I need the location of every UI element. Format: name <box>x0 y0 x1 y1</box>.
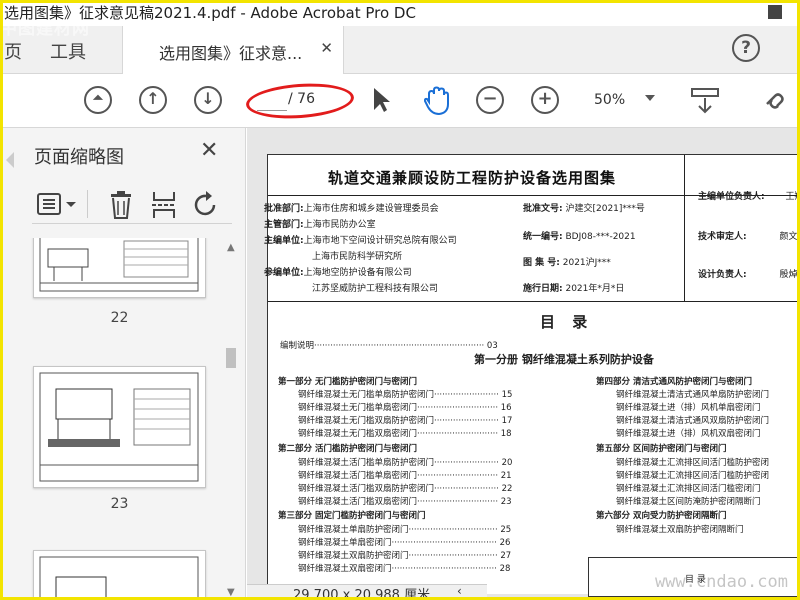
page-size: 29.700 x 20.988 厘米 <box>293 588 431 600</box>
signer-row: 设计负责人: 殷焯 <box>698 270 798 280</box>
toc-section-heading: 第六部分 双向受力防护密闭隔断门 <box>596 511 727 521</box>
extract-page-icon[interactable] <box>150 190 178 220</box>
toc-entry: 钢纤维混凝土活门槛单扇防护密闭门························… <box>298 458 513 468</box>
toc-entry: 钢纤维混凝土活门槛单扇密闭门··························… <box>298 471 512 481</box>
meta-row: 批准文号: 沪建交[2021]***号 <box>523 204 645 214</box>
tab-bar: 页 工具 选用图集》征求意... ✕ ? <box>0 26 800 74</box>
toc-entry: 钢纤维混凝土单扇密闭门·····························… <box>298 538 511 548</box>
toc-entry: 钢纤维混凝土进（排）风机单扇密闭门 <box>616 403 761 413</box>
toc-entry: 钢纤维混凝土无门槛单扇防护密闭门························… <box>298 390 513 400</box>
thumbnail-label: 22 <box>110 310 129 326</box>
scroll-thumb[interactable] <box>226 348 236 368</box>
scroll-mode-icon[interactable] <box>690 87 720 115</box>
title-bar: 选用图集》征求意见稿2021.4.pdf - Adobe Acrobat Pro… <box>0 0 800 26</box>
toc-entry: 钢纤维混凝土活门槛双扇密闭门··························… <box>298 497 512 507</box>
close-panel-icon[interactable]: ✕ <box>200 138 218 163</box>
window-control-icon[interactable] <box>768 5 782 19</box>
meta-row: 施行日期: 2021年*月*日 <box>523 284 625 294</box>
toc-entry: 钢纤维混凝土区间防淹防护密闭隔断门 <box>616 497 761 507</box>
toc-entry: 钢纤维混凝土双扇防护密闭隔断门 <box>616 525 744 535</box>
toc-section-heading: 第四部分 清洁式通风防护密闭门与密闭门 <box>596 377 752 387</box>
volume-title: 第一分册 钢纤维混凝土系列防护设备 <box>474 353 654 366</box>
highlight-annotation <box>244 80 356 122</box>
watermark: 中图建材网 <box>0 19 90 39</box>
scroll-up-icon[interactable]: ▲ <box>227 242 235 253</box>
zoom-out-icon[interactable]: − <box>476 86 504 114</box>
zoom-dropdown-icon[interactable] <box>645 95 655 101</box>
toc-entry: 钢纤维混凝土双扇密闭门·····························… <box>298 564 511 574</box>
approval-row: 江苏坚威防护工程科技有限公司 <box>312 284 439 294</box>
select-arrow-icon[interactable] <box>370 86 392 114</box>
document-viewer[interactable]: 轨道交通兼顾设防工程防护设备选用图集 批准部门:上海市住房和城乡建设管理委员会 … <box>247 128 800 600</box>
toc-entry: 钢纤维混凝土汇流排区间活门槛防护密闭 <box>616 458 770 468</box>
thumbnail-list: 22 23 <box>0 238 222 600</box>
signer-row: 技术审定人: 颜文 <box>698 232 798 242</box>
tab-tools[interactable]: 工具 <box>50 38 86 64</box>
document-title: 轨道交通兼顾设防工程防护设备选用图集 <box>328 169 617 187</box>
toc-title: 目 录 <box>540 313 594 331</box>
toc-entry: 钢纤维混凝土无门槛双扇密闭门··························… <box>298 429 512 439</box>
panel-pointer-icon <box>6 152 14 168</box>
toolbar: ⏶ ↑ ↓ / 76 − + 50% <box>0 74 800 128</box>
toc-entry: 钢纤维混凝土清洁式通风双扇防护密闭门 <box>616 416 770 426</box>
tab-home[interactable]: 页 <box>4 38 22 64</box>
thumbnail-page-23[interactable] <box>33 366 206 488</box>
thumbnail-label: 23 <box>110 496 129 512</box>
zoom-level[interactable]: 50% <box>594 92 625 108</box>
toc-section-heading: 第五部分 区间防护密闭门与密闭门 <box>596 444 727 454</box>
toc-entry: 钢纤维混凝土清洁式通风单扇防护密闭门 <box>616 390 770 400</box>
scroll-down-icon[interactable]: ▼ <box>227 587 235 598</box>
approval-row: 批准部门:上海市住房和城乡建设管理委员会 <box>264 204 439 214</box>
thumbnail-drawing <box>39 238 199 292</box>
options-menu-icon[interactable] <box>36 192 78 216</box>
link-icon[interactable] <box>762 86 794 114</box>
table-divider <box>684 155 685 301</box>
tab-document-label: 选用图集》征求意... <box>159 44 303 63</box>
thumbnail-page-22[interactable] <box>33 238 206 298</box>
table-rule <box>268 301 800 302</box>
toc-section-heading: 第二部分 活门槛防护密闭门与密闭门 <box>278 444 417 454</box>
pdf-page: 轨道交通兼顾设防工程防护设备选用图集 批准部门:上海市住房和城乡建设管理委员会 … <box>264 154 800 597</box>
hand-tool-icon[interactable] <box>423 86 451 116</box>
panel-title: 页面缩略图 <box>34 147 124 168</box>
status-bar: 29.700 x 20.988 厘米 ‹ <box>247 584 487 600</box>
approval-row: 参编单位:上海地空防护设备有限公司 <box>264 268 412 278</box>
watermark: www.cndao.com <box>654 572 788 592</box>
approval-row: 上海市民防科学研究所 <box>312 252 403 262</box>
first-page-icon[interactable]: ⏶ <box>84 86 112 114</box>
toc-entry: 钢纤维混凝土汇流排区间活门槛密闭门 <box>616 484 761 494</box>
close-tab-icon[interactable]: ✕ <box>320 39 333 57</box>
thumbnail-page-24[interactable] <box>33 550 206 600</box>
zoom-in-icon[interactable]: + <box>531 86 559 114</box>
toc-entry: 钢纤维混凝土无门槛双扇防护密闭门························… <box>298 416 513 426</box>
approval-row: 主管部门:上海市民防办公室 <box>264 220 376 230</box>
toc-entry: 钢纤维混凝土汇流排区间活门槛防护密闭 <box>616 471 770 481</box>
tab-document[interactable]: 选用图集》征求意... ✕ <box>122 26 344 74</box>
rotate-page-icon[interactable] <box>192 190 220 220</box>
thumbnail-scrollbar[interactable]: ▲ ▼ <box>222 238 240 600</box>
next-page-icon[interactable]: ↓ <box>194 86 222 114</box>
previous-page-icon[interactable]: ↑ <box>139 86 167 114</box>
toc-entry: 钢纤维混凝土无门槛单扇密闭门··························… <box>298 403 512 413</box>
thumbnail-drawing <box>39 372 199 482</box>
toolbar-divider <box>87 190 88 218</box>
toc-entry: 钢纤维混凝土活门槛双扇防护密闭门························… <box>298 484 513 494</box>
toc-section-heading: 第一部分 无门槛防护密闭门与密闭门 <box>278 377 417 387</box>
help-icon[interactable]: ? <box>732 34 760 62</box>
toc-intro: 编制说明····································… <box>280 341 498 351</box>
toc-entry: 钢纤维混凝土单扇防护密闭门···························… <box>298 525 512 535</box>
toc-entry: 钢纤维混凝土双扇防护密闭门···························… <box>298 551 512 561</box>
delete-page-icon[interactable] <box>108 190 134 220</box>
meta-row: 统一编号: BDJ08-***-2021 <box>523 232 636 242</box>
toc-section-heading: 第三部分 固定门槛防护密闭门与密闭门 <box>278 511 426 521</box>
thumbnail-panel: 页面缩略图 ✕ 22 23 ▲ ▼ <box>0 128 246 600</box>
meta-row: 图 集 号: 2021沪J*** <box>523 258 611 268</box>
approval-row: 主编单位:上海市地下空间设计研究总院有限公司 <box>264 236 457 246</box>
scroll-left-icon[interactable]: ‹ <box>457 584 462 598</box>
thumbnail-toolbar <box>32 186 232 224</box>
toc-entry: 钢纤维混凝土进（排）风机双扇密闭门 <box>616 429 761 439</box>
thumbnail-drawing <box>39 556 199 600</box>
signer-row: 主编单位负责人: 王翔 <box>698 192 800 202</box>
